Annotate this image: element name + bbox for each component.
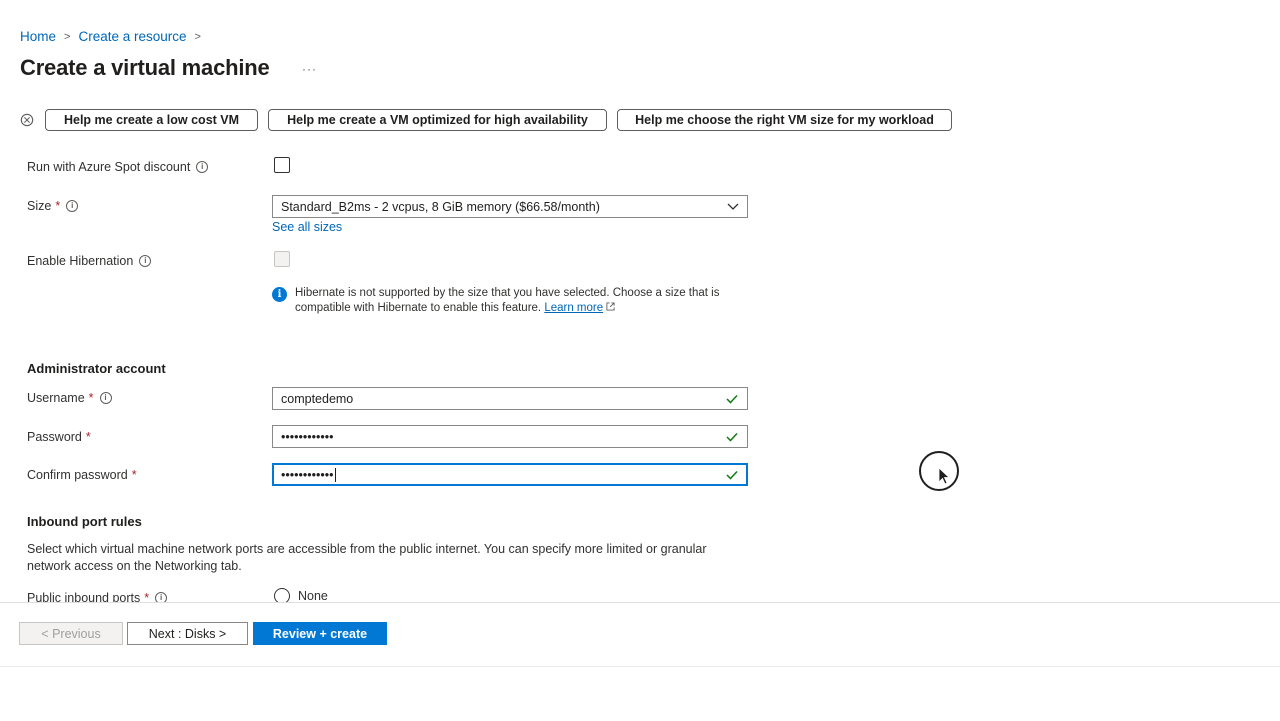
breadcrumb-home-link[interactable]: Home bbox=[20, 29, 56, 44]
low-cost-vm-button[interactable]: Help me create a low cost VM bbox=[45, 109, 258, 131]
chevron-right-icon: > bbox=[194, 30, 201, 43]
chevron-down-icon bbox=[727, 203, 739, 210]
check-icon bbox=[726, 394, 738, 404]
info-icon[interactable]: i bbox=[66, 200, 79, 212]
check-icon bbox=[726, 432, 738, 442]
password-input[interactable]: •••••••••••• bbox=[272, 425, 748, 448]
previous-button[interactable]: < Previous bbox=[19, 622, 123, 645]
chevron-right-icon: > bbox=[64, 30, 71, 43]
copilot-icon bbox=[20, 113, 34, 127]
right-vm-size-button[interactable]: Help me choose the right VM size for my … bbox=[617, 109, 952, 131]
external-link-icon bbox=[606, 302, 615, 311]
inbound-rules-heading: Inbound port rules bbox=[27, 514, 142, 529]
breadcrumb-create-resource-link[interactable]: Create a resource bbox=[78, 29, 186, 44]
see-all-sizes-link[interactable]: See all sizes bbox=[272, 220, 342, 234]
review-create-button[interactable]: Review + create bbox=[253, 622, 387, 645]
inbound-none-label: None bbox=[298, 589, 328, 603]
info-icon[interactable]: i bbox=[196, 161, 209, 173]
learn-more-link[interactable]: Learn more bbox=[544, 302, 603, 314]
text-caret bbox=[334, 467, 336, 482]
hibernation-info-message: i Hibernate is not supported by the size… bbox=[272, 286, 742, 316]
next-disks-button[interactable]: Next : Disks > bbox=[127, 622, 248, 645]
size-dropdown[interactable]: Standard_B2ms - 2 vcpus, 8 GiB memory ($… bbox=[272, 195, 748, 218]
info-icon[interactable]: i bbox=[99, 392, 112, 404]
size-value: Standard_B2ms - 2 vcpus, 8 GiB memory ($… bbox=[281, 199, 600, 214]
breadcrumb: Home > Create a resource > bbox=[20, 29, 203, 44]
confirm-password-input[interactable]: •••••••••••• bbox=[272, 463, 748, 486]
size-label: Size * i bbox=[27, 199, 79, 213]
bottom-band bbox=[0, 666, 1280, 721]
info-filled-icon: i bbox=[272, 287, 287, 302]
check-icon bbox=[726, 470, 738, 480]
spot-discount-label: Run with Azure Spot discount i bbox=[27, 160, 209, 174]
username-input[interactable]: comptedemo bbox=[272, 387, 748, 410]
high-availability-vm-button[interactable]: Help me create a VM optimized for high a… bbox=[268, 109, 607, 131]
password-label: Password * bbox=[27, 430, 91, 444]
username-label: Username * i bbox=[27, 391, 112, 405]
confirm-password-label: Confirm password * bbox=[27, 468, 137, 482]
hibernation-label: Enable Hibernation i bbox=[27, 254, 152, 268]
admin-account-heading: Administrator account bbox=[27, 361, 166, 376]
spot-discount-checkbox[interactable] bbox=[274, 157, 290, 173]
inbound-rules-description: Select which virtual machine network por… bbox=[27, 542, 707, 573]
info-icon[interactable]: i bbox=[139, 255, 152, 267]
more-options-icon[interactable]: ··· bbox=[302, 62, 317, 76]
hibernation-checkbox[interactable] bbox=[274, 251, 290, 267]
cursor-icon bbox=[938, 467, 950, 485]
page-title: Create a virtual machine bbox=[20, 55, 270, 80]
